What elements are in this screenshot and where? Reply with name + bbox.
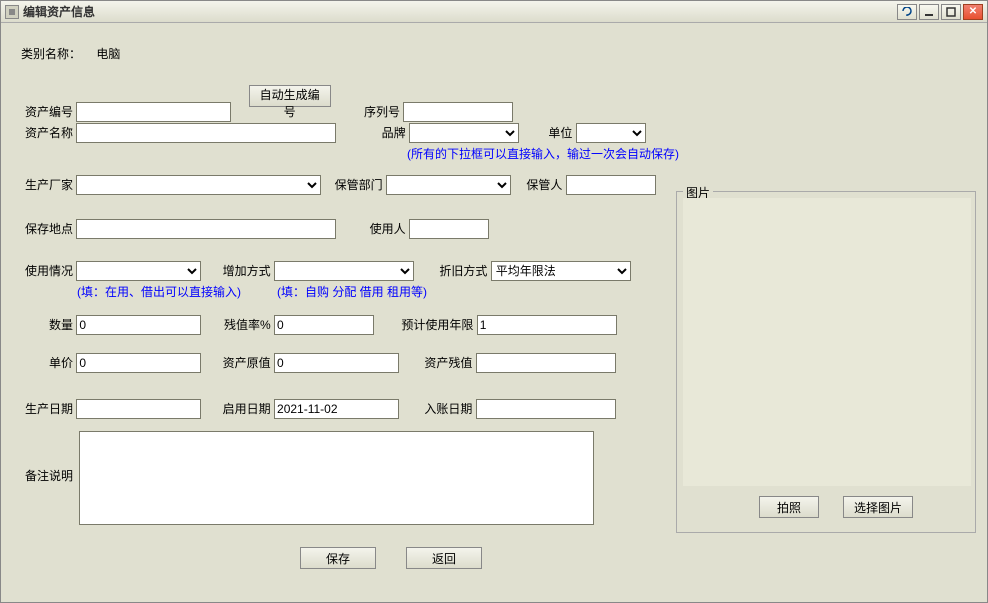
choose-image-button[interactable]: 选择图片: [843, 496, 913, 518]
salvage-rate-label: 残值率%: [213, 316, 271, 333]
close-button[interactable]: ✕: [963, 4, 983, 20]
use-status-hint: (填：在用、借出可以直接输入): [77, 283, 241, 300]
add-method-hint: (填：自购 分配 借用 租用等): [277, 283, 427, 300]
user-label: 使用人: [356, 220, 406, 237]
save-button[interactable]: 保存: [300, 547, 376, 569]
add-method-select[interactable]: [274, 261, 414, 281]
take-photo-button[interactable]: 拍照: [759, 496, 819, 518]
location-input[interactable]: [76, 219, 336, 239]
app-icon: [5, 5, 19, 19]
start-date-input[interactable]: [274, 399, 399, 419]
manufacturer-select[interactable]: [76, 175, 321, 195]
brand-label: 品牌: [356, 124, 406, 141]
orig-value-input[interactable]: [274, 353, 399, 373]
entry-date-input[interactable]: [476, 399, 616, 419]
start-date-label: 启用日期: [213, 400, 271, 417]
window-title: 编辑资产信息: [23, 3, 895, 20]
orig-value-label: 资产原值: [213, 354, 271, 371]
expected-life-input[interactable]: [477, 315, 617, 335]
asset-no-label: 资产编号: [21, 103, 73, 120]
user-input[interactable]: [409, 219, 489, 239]
prod-date-input[interactable]: [76, 399, 201, 419]
category-value: 电脑: [96, 47, 120, 61]
serial-label: 序列号: [350, 103, 400, 120]
help-button[interactable]: [897, 4, 917, 20]
prod-date-label: 生产日期: [21, 400, 73, 417]
salvage-rate-input[interactable]: [274, 315, 374, 335]
unit-label: 单位: [532, 124, 572, 141]
entry-date-label: 入账日期: [414, 400, 472, 417]
use-status-select[interactable]: [76, 261, 201, 281]
minimize-button[interactable]: [919, 4, 939, 20]
add-method-label: 增加方式: [213, 262, 271, 279]
depr-method-select[interactable]: 平均年限法: [491, 261, 631, 281]
autogen-button[interactable]: 自动生成编号: [249, 85, 331, 107]
dropdown-hint: (所有的下拉框可以直接输入，输过一次会自动保存): [407, 145, 679, 162]
unit-price-label: 单价: [21, 354, 73, 371]
asset-name-input[interactable]: [76, 123, 336, 143]
custody-dept-label: 保管部门: [325, 176, 383, 193]
manufacturer-label: 生产厂家: [21, 176, 73, 193]
remark-textarea[interactable]: [79, 431, 594, 525]
use-status-label: 使用情况: [21, 262, 73, 279]
unit-price-input[interactable]: [76, 353, 201, 373]
expected-life-label: 预计使用年限: [387, 316, 473, 333]
asset-no-input[interactable]: [76, 102, 231, 122]
unit-select[interactable]: [576, 123, 646, 143]
brand-select[interactable]: [409, 123, 519, 143]
location-label: 保存地点: [21, 220, 73, 237]
titlebar: 编辑资产信息 ✕: [1, 1, 987, 23]
asset-name-label: 资产名称: [21, 124, 73, 141]
serial-input[interactable]: [403, 102, 513, 122]
custodian-label: 保管人: [514, 176, 562, 193]
salvage-value-input[interactable]: [476, 353, 616, 373]
back-button[interactable]: 返回: [406, 547, 482, 569]
custodian-input[interactable]: [566, 175, 656, 195]
custody-dept-select[interactable]: [386, 175, 511, 195]
remark-label: 备注说明: [21, 467, 73, 484]
category-label: 类别名称：: [21, 45, 81, 62]
quantity-input[interactable]: [76, 315, 201, 335]
salvage-value-label: 资产残值: [414, 354, 472, 371]
quantity-label: 数量: [21, 316, 73, 333]
image-panel: 图片 拍照 选择图片: [676, 191, 976, 533]
image-preview: [683, 198, 971, 486]
maximize-button[interactable]: [941, 4, 961, 20]
depr-method-label: 折旧方式: [429, 262, 487, 279]
